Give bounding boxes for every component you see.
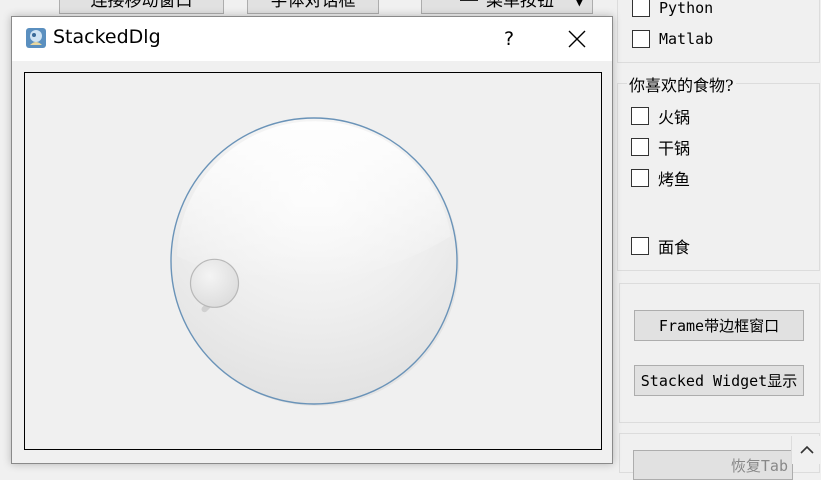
chevron-up-icon [800,445,814,454]
menu-button-label: 菜单按钮 [486,0,554,11]
language-group: Python Matlab [617,0,820,63]
checkbox-label: 火锅 [658,108,691,127]
checkbox-label: Python [659,0,714,17]
dialog-title: StackedDlg [53,26,161,48]
checkbox-box[interactable] [631,169,649,187]
app-icon [26,28,46,48]
font-dialog-button[interactable]: 字体对话框 [247,0,379,14]
stacked-widget-frame [24,72,602,450]
scroll-up-button[interactable] [791,436,821,464]
food-group-title: 你喜欢的食物? [627,72,736,96]
checkbox-matlab[interactable]: Matlab [632,28,713,50]
checkbox-box[interactable] [631,237,649,255]
button-group: Frame带边框窗口 Stacked Widget显示 [619,283,820,423]
checkbox-hotpot[interactable]: 火锅 [631,105,690,127]
help-button[interactable]: ? [486,17,532,61]
connect-move-window-button[interactable]: 连接移动窗口 [59,0,224,14]
checkbox-label: 干锅 [658,139,691,158]
frame-window-button[interactable]: Frame带边框窗口 [634,310,804,341]
menu-button[interactable]: 菜单按钮 ▼ [421,0,593,14]
restore-tab-button[interactable]: 恢复Tab [633,450,793,480]
checkbox-dry-pot[interactable]: 干锅 [631,136,690,158]
checkbox-label: Matlab [659,30,714,48]
keyboard-icon [460,0,478,1]
dropdown-arrow-icon: ▼ [574,0,584,8]
checkbox-label: 面食 [658,238,691,257]
close-button[interactable] [542,17,612,61]
restore-group: 恢复Tab [619,433,820,480]
checkbox-box[interactable] [632,30,650,48]
checkbox-box[interactable] [631,107,649,125]
checkbox-label: 烤鱼 [658,170,691,189]
close-icon [568,30,586,48]
checkbox-noodles[interactable]: 面食 [631,235,690,257]
checkbox-box[interactable] [631,138,649,156]
checkbox-python[interactable]: Python [632,0,713,19]
checkbox-box[interactable] [632,0,650,17]
checkbox-grilled-fish[interactable]: 烤鱼 [631,167,690,189]
stacked-widget-button[interactable]: Stacked Widget显示 [634,365,804,396]
dial[interactable] [169,116,459,406]
right-panel: Python Matlab 你喜欢的食物? 火锅 干锅 烤鱼 面食 Frame带… [617,0,821,480]
stacked-dialog: StackedDlg ? [11,16,613,464]
title-bar[interactable]: StackedDlg ? [12,17,612,61]
dial-knob[interactable] [189,258,240,308]
